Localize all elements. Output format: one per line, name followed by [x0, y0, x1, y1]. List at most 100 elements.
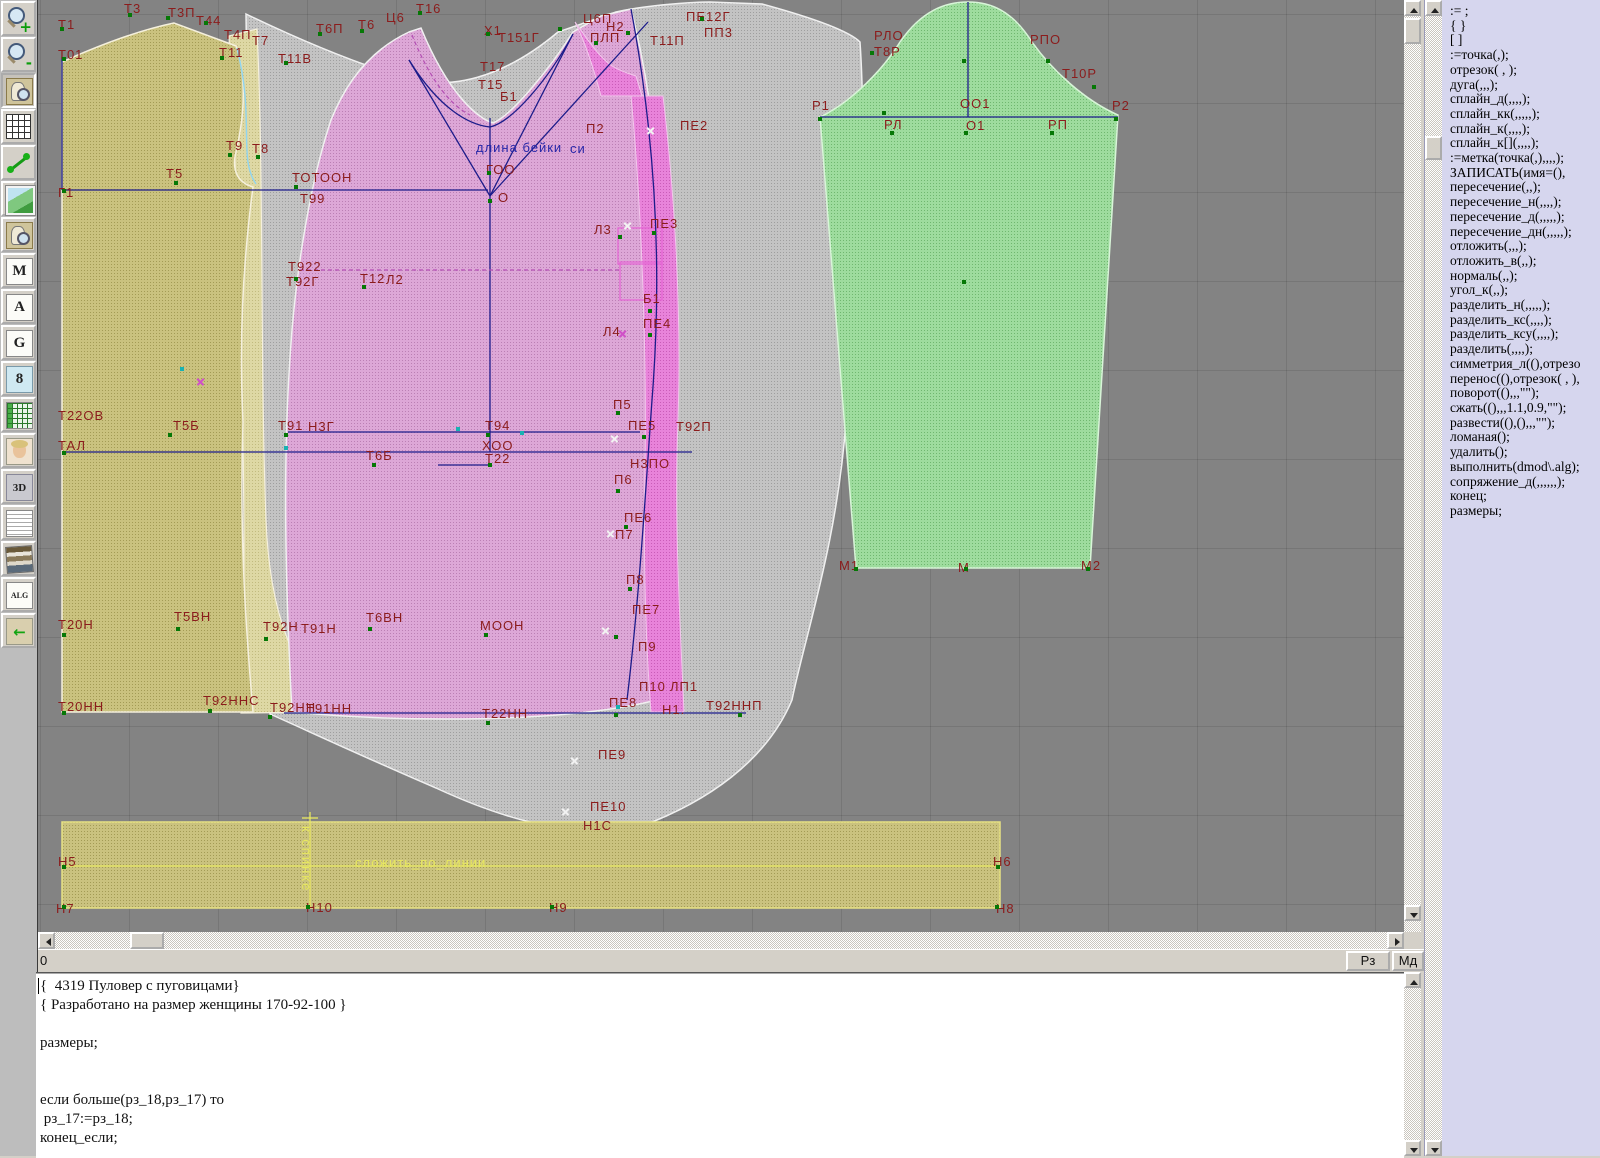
command-item[interactable]: поворот((),,,""); — [1450, 386, 1600, 401]
command-item[interactable]: удалить(); — [1450, 445, 1600, 460]
command-item[interactable]: сжать((),,,1.1,0.9,""); — [1450, 401, 1600, 416]
point-label: РП — [1048, 118, 1068, 131]
3d-icon: 3D — [6, 474, 33, 501]
editor-vertical-scrollbar[interactable] — [1404, 972, 1421, 1156]
construction-point — [594, 41, 598, 45]
toolbar-button-view-pattern[interactable] — [1, 73, 36, 108]
command-item[interactable]: выполнить(dmod\.alg); — [1450, 460, 1600, 475]
toolbar-button-exit[interactable]: ← — [1, 613, 36, 648]
scroll-left-button[interactable] — [38, 932, 55, 949]
toolbar-button-pattern-sheet[interactable] — [1, 217, 36, 252]
point-label: Б1 — [643, 292, 661, 305]
point-label: ПЕ9 — [598, 748, 626, 761]
command-item[interactable]: дуга(,,,); — [1450, 78, 1600, 93]
construction-point — [700, 17, 704, 21]
toolbar-button-segment[interactable] — [1, 145, 36, 180]
command-item[interactable]: отрезок( , ); — [1450, 63, 1600, 78]
canvas-vertical-scrollbar[interactable] — [1404, 0, 1421, 932]
toolbar-button-drafting[interactable]: A — [1, 289, 36, 324]
scroll-down-button[interactable] — [1404, 1140, 1421, 1156]
scroll-down-button[interactable] — [1404, 905, 1421, 921]
code-line: конец_если; — [36, 1129, 1404, 1148]
command-item[interactable]: разделить_ксу(,,,,); — [1450, 327, 1600, 342]
point-label: Н3Г — [308, 420, 335, 433]
command-item[interactable]: [ ] — [1450, 33, 1600, 48]
command-item[interactable]: отложить_в(,,); — [1450, 254, 1600, 269]
code-editor[interactable]: { 4319 Пуловер с пуговицами}{ Разработан… — [36, 972, 1404, 1158]
point-label: Т5Б — [173, 419, 200, 432]
command-item[interactable]: перенос((),отрезок( , ), — [1450, 372, 1600, 387]
scroll-thumb[interactable] — [1404, 18, 1421, 44]
toolbar-button-books[interactable] — [1, 541, 36, 576]
panel-vertical-scrollbar[interactable] — [1425, 0, 1442, 1156]
command-item[interactable]: отложить(,,,); — [1450, 239, 1600, 254]
point-label: Т9 — [226, 139, 243, 152]
command-item[interactable]: сплайн_к(,,,,); — [1450, 122, 1600, 137]
toolbar-button-alg[interactable]: ALG — [1, 577, 36, 612]
command-item[interactable]: ЗАПИСАТЬ(имя=(), — [1450, 166, 1600, 181]
scroll-down-button[interactable] — [1425, 1140, 1442, 1156]
command-item[interactable]: := ; — [1450, 4, 1600, 19]
command-item[interactable]: развести((),(),,,""); — [1450, 416, 1600, 431]
point-label: П2 — [586, 122, 605, 135]
command-item[interactable]: сплайн_кк(,,,,,); — [1450, 107, 1600, 122]
point-label: П8 — [626, 573, 645, 586]
toolbar-button-pattern-m[interactable]: M — [1, 253, 36, 288]
command-item[interactable]: пересечение(,,); — [1450, 180, 1600, 195]
command-item[interactable]: { } — [1450, 19, 1600, 34]
toolbar-button-ruler[interactable]: 8 — [1, 361, 36, 396]
rz-button[interactable]: Рз — [1346, 951, 1390, 971]
scroll-up-button[interactable] — [1404, 0, 1421, 16]
command-item[interactable]: пересечение_н(,,,,); — [1450, 195, 1600, 210]
point-label: си — [570, 142, 586, 155]
command-item[interactable]: размеры; — [1450, 504, 1600, 519]
command-item[interactable]: угол_к(,,); — [1450, 283, 1600, 298]
point-label: Т3 — [124, 2, 141, 15]
marker-point — [180, 367, 184, 371]
command-item[interactable]: сопряжение_д(,,,,,,); — [1450, 475, 1600, 490]
point-label: Т22НН — [482, 707, 528, 720]
command-item[interactable]: симметрия_л((),отрезо — [1450, 357, 1600, 372]
command-item[interactable]: пересечение_дн(,,,,,); — [1450, 225, 1600, 240]
command-item[interactable]: разделить_н(,,,,,); — [1450, 298, 1600, 313]
command-item[interactable]: нормаль(,,); — [1450, 269, 1600, 284]
scroll-right-button[interactable] — [1387, 932, 1404, 949]
toolbar-button-image[interactable] — [1, 181, 36, 216]
point-label: Р1 — [812, 99, 830, 112]
command-item[interactable]: сплайн_к[](,,,,); — [1450, 136, 1600, 151]
toolbar-button-zoom-out[interactable]: - — [1, 37, 36, 72]
drawing-canvas[interactable]: Т1Т01Т3Т3ПТ44Т4ПТ7Т11Т11ВТ6ПТ6Ц6Т16Х1Т15… — [38, 0, 1404, 932]
toolbar-button-3d[interactable]: 3D — [1, 469, 36, 504]
x-marker — [601, 626, 610, 635]
scroll-thumb[interactable] — [130, 932, 164, 949]
code-text: { 4319 Пуловер с пуговицами}{ Разработан… — [36, 974, 1404, 1148]
command-item[interactable]: ломаная(); — [1450, 430, 1600, 445]
x-marker — [618, 329, 627, 338]
command-item[interactable]: :=точка(,); — [1450, 48, 1600, 63]
scroll-thumb[interactable] — [1425, 136, 1442, 160]
command-item[interactable]: пересечение_д(,,,,,); — [1450, 210, 1600, 225]
construction-point — [642, 435, 646, 439]
toolbar-button-portrait[interactable] — [1, 433, 36, 468]
construction-point — [558, 27, 562, 31]
command-item[interactable]: разделить(,,,,); — [1450, 342, 1600, 357]
point-label: Т12 — [360, 272, 385, 285]
scroll-up-button[interactable] — [1425, 0, 1442, 16]
command-item[interactable]: конец; — [1450, 489, 1600, 504]
canvas-horizontal-scrollbar[interactable] — [38, 932, 1404, 949]
point-label: ПЕ2 — [680, 119, 708, 132]
construction-point — [488, 463, 492, 467]
toolbar-button-pattern-g[interactable]: G — [1, 325, 36, 360]
command-item[interactable]: разделить_кс(,,,,); — [1450, 313, 1600, 328]
md-button[interactable]: Мд — [1392, 951, 1424, 971]
point-label: Т92Г — [286, 275, 319, 288]
toolbar-button-grid[interactable] — [1, 109, 36, 144]
command-item[interactable]: :=метка(точка(,),,,,); — [1450, 151, 1600, 166]
construction-point — [890, 131, 894, 135]
toolbar-button-zoom-in[interactable]: + — [1, 1, 36, 36]
toolbar-button-table[interactable] — [1, 397, 36, 432]
scroll-up-button[interactable] — [1404, 972, 1421, 988]
construction-point — [624, 525, 628, 529]
command-item[interactable]: сплайн_д(,,,,); — [1450, 92, 1600, 107]
toolbar-button-list[interactable] — [1, 505, 36, 540]
